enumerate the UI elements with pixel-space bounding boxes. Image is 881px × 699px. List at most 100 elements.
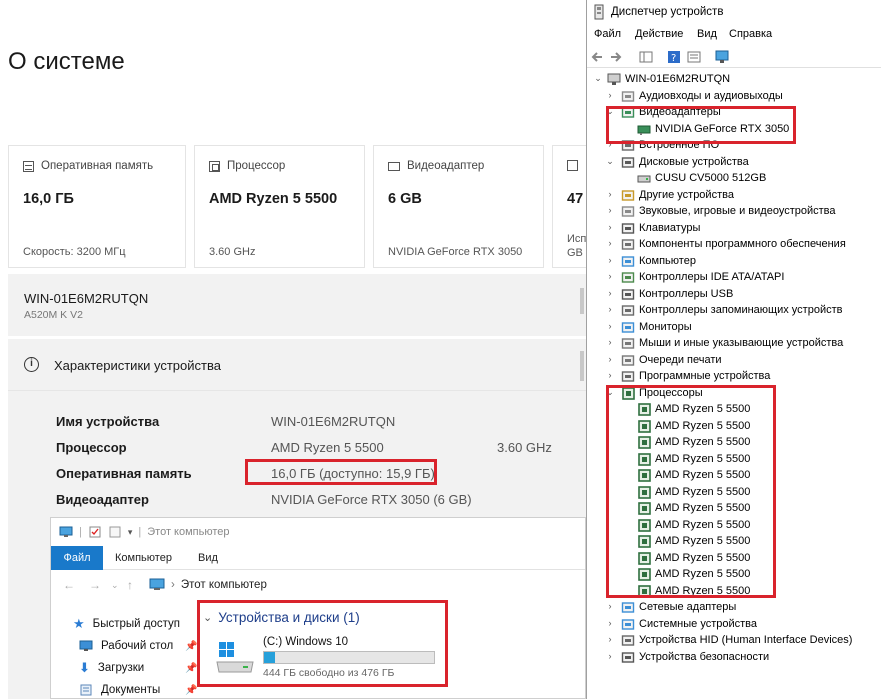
- tree-device[interactable]: AMD Ryzen 5 5500: [587, 518, 881, 534]
- chevron-right-icon[interactable]: ›: [605, 189, 615, 199]
- tree-category[interactable]: › Компоненты программного обеспечения: [587, 237, 881, 253]
- forward-arrow-icon[interactable]: →: [89, 578, 101, 592]
- chevron-right-icon[interactable]: ›: [605, 271, 615, 281]
- tree-category[interactable]: › Клавиатуры: [587, 221, 881, 237]
- menu-file[interactable]: Файл: [594, 28, 621, 40]
- tree-device[interactable]: CUSU CV5000 512GB: [587, 171, 881, 187]
- chevron-right-icon[interactable]: ›: [605, 601, 615, 611]
- chevron-right-icon[interactable]: ›: [605, 255, 615, 265]
- chevron-down-icon[interactable]: ⌄: [593, 73, 603, 84]
- up-arrow-icon[interactable]: ↑: [127, 578, 133, 592]
- breadcrumb[interactable]: › Этот компьютер: [149, 578, 267, 591]
- tree-category[interactable]: › Системные устройства: [587, 617, 881, 633]
- tree-category[interactable]: › Мыши и иные указывающие устройства: [587, 336, 881, 352]
- card-ram[interactable]: Оперативная память 16,0 ГБ Скорость: 320…: [8, 145, 186, 268]
- ribbon-tab-computer[interactable]: Компьютер: [115, 546, 172, 570]
- scrollbar-thumb[interactable]: [580, 351, 584, 381]
- tree-category[interactable]: › Контроллеры USB: [587, 287, 881, 303]
- device-specs-header[interactable]: i Характеристики устройства: [8, 339, 586, 391]
- tree-root[interactable]: ⌄ WIN-01E6M2RUTQN: [587, 72, 881, 88]
- chevron-right-icon[interactable]: ›: [605, 205, 615, 215]
- pin-icon[interactable]: 📌: [185, 663, 197, 674]
- tree-category[interactable]: › Компьютер: [587, 254, 881, 270]
- tree-device[interactable]: AMD Ryzen 5 5500: [587, 501, 881, 517]
- new-folder-icon[interactable]: [108, 526, 122, 538]
- tree-category[interactable]: › Звуковые, игровые и видеоустройства: [587, 204, 881, 220]
- quick-access-dropdown-icon[interactable]: ▾: [128, 527, 133, 538]
- devices-drives-group-header[interactable]: ⌄ Устройства и диски (1): [203, 610, 360, 625]
- tree-category[interactable]: › Мониторы: [587, 320, 881, 336]
- breadcrumb-item[interactable]: Этот компьютер: [181, 579, 267, 591]
- ribbon-tab-file[interactable]: Файл: [51, 546, 103, 570]
- scrollbar-thumb[interactable]: [580, 288, 584, 314]
- card-cpu[interactable]: Процессор AMD Ryzen 5 5500 3.60 GHz: [194, 145, 365, 268]
- help-icon[interactable]: ?: [667, 50, 681, 64]
- tree-category[interactable]: › Контроллеры IDE ATA/ATAPI: [587, 270, 881, 286]
- nav-item-documents[interactable]: Документы 📌: [79, 680, 219, 698]
- tree-device[interactable]: AMD Ryzen 5 5500: [587, 534, 881, 550]
- drive-c[interactable]: (C:) Windows 10 444 ГБ свободно из 476 Г…: [215, 636, 455, 680]
- properties-icon[interactable]: [687, 50, 701, 64]
- pin-icon[interactable]: 📌: [185, 685, 197, 696]
- tree-category[interactable]: ⌄ Видеоадаптеры: [587, 105, 881, 121]
- tree-device[interactable]: AMD Ryzen 5 5500: [587, 485, 881, 501]
- chevron-right-icon[interactable]: ›: [605, 90, 615, 100]
- chevron-right-icon[interactable]: ›: [605, 337, 615, 347]
- tree-category[interactable]: › Контроллеры запоминающих устройств: [587, 303, 881, 319]
- chevron-right-icon[interactable]: ›: [605, 618, 615, 628]
- processor-icon: [638, 535, 651, 548]
- tree-device[interactable]: AMD Ryzen 5 5500: [587, 468, 881, 484]
- device-name-panel[interactable]: WIN-01E6M2RUTQN A520M K V2: [8, 274, 586, 336]
- tree-category[interactable]: › Программные устройства: [587, 369, 881, 385]
- chevron-right-icon[interactable]: ›: [605, 321, 615, 331]
- chevron-right-icon[interactable]: ›: [605, 354, 615, 364]
- tree-category[interactable]: ⌄ Дисковые устройства: [587, 155, 881, 171]
- tree-item-label: Клавиатуры: [639, 222, 701, 234]
- tree-category[interactable]: › Встроенное ПО: [587, 138, 881, 154]
- tree-category[interactable]: › Устройства безопасности: [587, 650, 881, 666]
- tree-item-label: Мыши и иные указывающие устройства: [639, 337, 844, 349]
- back-arrow-icon[interactable]: ←: [63, 578, 75, 592]
- tree-category[interactable]: ⌄ Процессоры: [587, 386, 881, 402]
- chevron-down-icon[interactable]: ⌄: [605, 387, 615, 398]
- chevron-right-icon[interactable]: ›: [605, 304, 615, 314]
- properties-icon[interactable]: [88, 526, 102, 538]
- tree-device[interactable]: AMD Ryzen 5 5500: [587, 419, 881, 435]
- scan-hardware-icon[interactable]: [715, 50, 729, 64]
- show-hide-tree-icon[interactable]: [639, 50, 653, 64]
- chevron-down-icon[interactable]: ⌄: [605, 106, 615, 117]
- back-icon[interactable]: [590, 50, 604, 64]
- nav-item-quick-access[interactable]: ★ Быстрый доступ: [73, 614, 213, 634]
- chevron-right-icon[interactable]: ›: [605, 238, 615, 248]
- tree-category[interactable]: › Другие устройства: [587, 188, 881, 204]
- chevron-right-icon[interactable]: ›: [605, 139, 615, 149]
- tree-device[interactable]: AMD Ryzen 5 5500: [587, 551, 881, 567]
- tree-category[interactable]: › Сетевые адаптеры: [587, 600, 881, 616]
- tree-device[interactable]: NVIDIA GeForce RTX 3050: [587, 122, 881, 138]
- card-storage[interactable]: 47 Исп GB: [552, 145, 586, 268]
- chevron-right-icon[interactable]: ›: [605, 651, 615, 661]
- tree-category[interactable]: › Очереди печати: [587, 353, 881, 369]
- chevron-right-icon[interactable]: ›: [605, 370, 615, 380]
- menu-view[interactable]: Вид: [697, 28, 717, 40]
- tree-device[interactable]: AMD Ryzen 5 5500: [587, 567, 881, 583]
- recent-dropdown-icon[interactable]: ⌄: [111, 580, 119, 591]
- tree-device[interactable]: AMD Ryzen 5 5500: [587, 402, 881, 418]
- nav-item-downloads[interactable]: ⬇ Загрузки 📌: [79, 658, 219, 678]
- menu-help[interactable]: Справка: [729, 28, 772, 40]
- chevron-right-icon[interactable]: ›: [605, 634, 615, 644]
- menu-action[interactable]: Действие: [635, 28, 683, 40]
- tree-category[interactable]: › Аудиовходы и аудиовыходы: [587, 89, 881, 105]
- tree-device[interactable]: AMD Ryzen 5 5500: [587, 435, 881, 451]
- tree-device[interactable]: AMD Ryzen 5 5500: [587, 584, 881, 600]
- ribbon-tab-view[interactable]: Вид: [198, 546, 218, 570]
- nav-item-desktop[interactable]: Рабочий стол 📌: [79, 636, 219, 656]
- pin-icon[interactable]: 📌: [185, 641, 197, 652]
- chevron-right-icon[interactable]: ›: [605, 288, 615, 298]
- card-gpu[interactable]: Видеоадаптер 6 GB NVIDIA GeForce RTX 305…: [373, 145, 544, 268]
- tree-device[interactable]: AMD Ryzen 5 5500: [587, 452, 881, 468]
- forward-icon[interactable]: [609, 50, 623, 64]
- chevron-right-icon[interactable]: ›: [605, 222, 615, 232]
- chevron-down-icon[interactable]: ⌄: [605, 156, 615, 167]
- tree-category[interactable]: › Устройства HID (Human Interface Devices…: [587, 633, 881, 649]
